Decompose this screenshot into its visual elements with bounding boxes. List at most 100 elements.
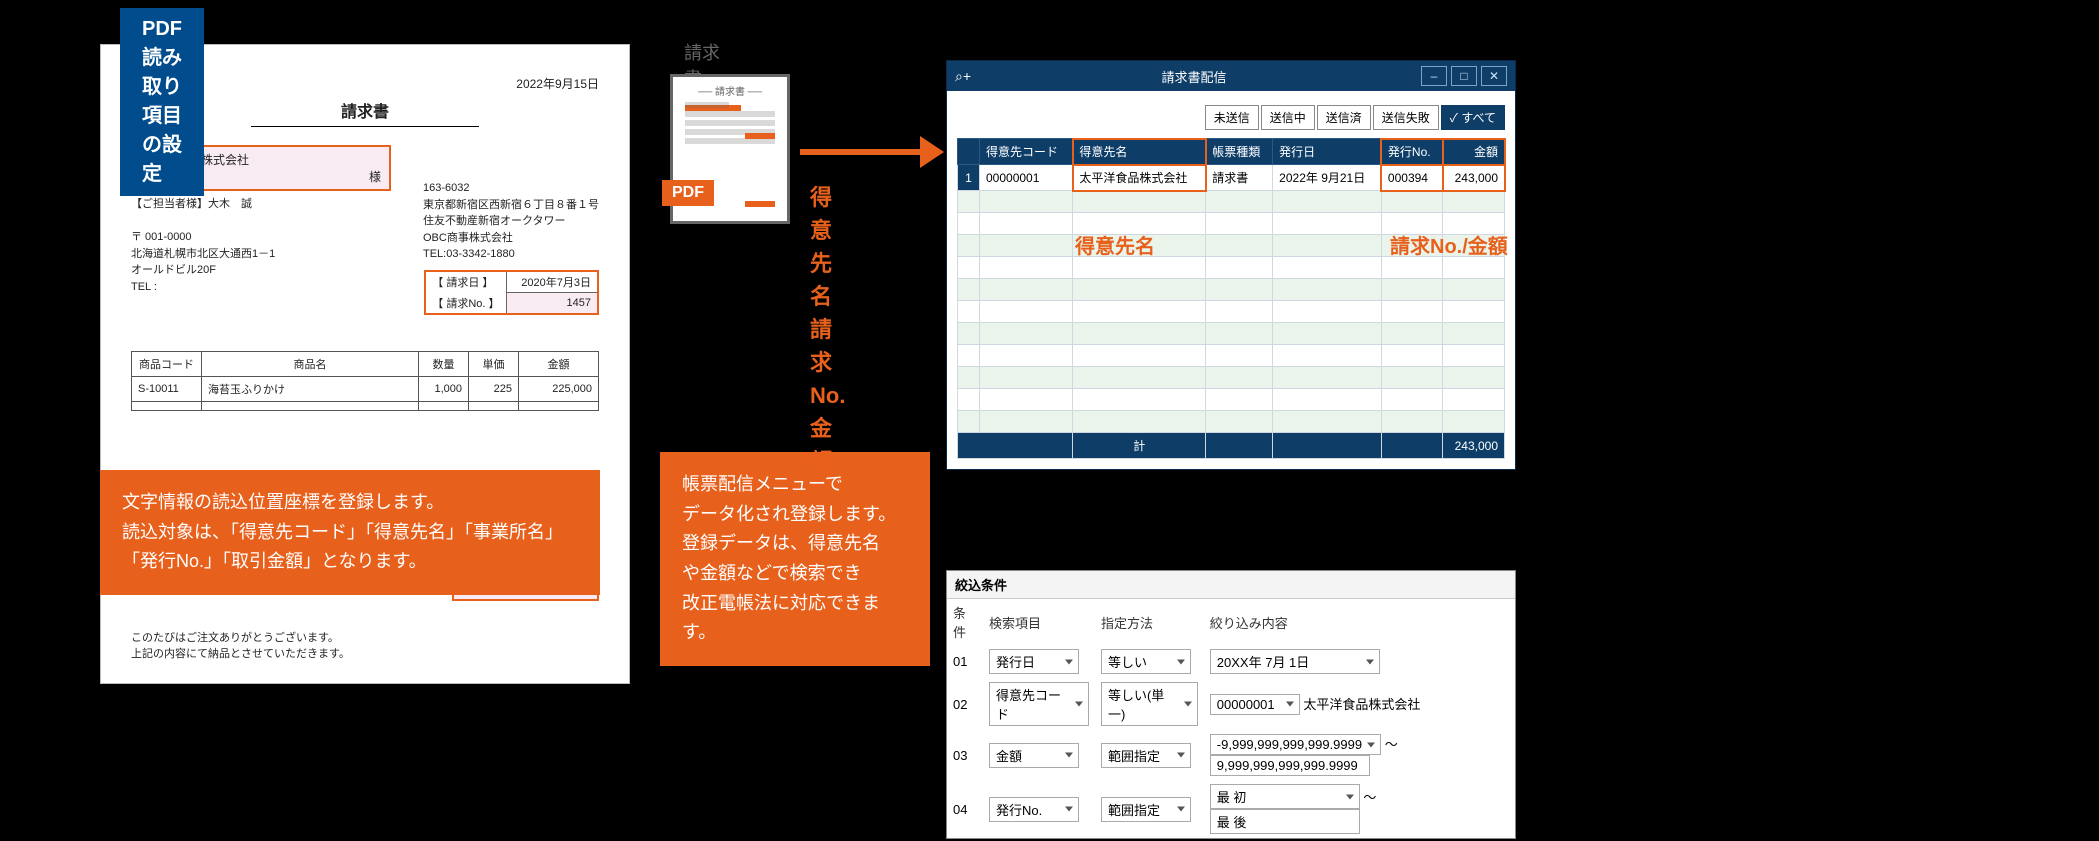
invoice-title: 請求書 bbox=[251, 98, 479, 127]
col-doc-type[interactable]: 帳票種類 bbox=[1206, 139, 1273, 165]
extracted-fields-label: 得意先名 請求No. 金額 bbox=[810, 181, 845, 478]
meta-no-label: 【 請求No. 】 bbox=[425, 293, 506, 314]
f2-name: 太平洋食品株式会社 bbox=[1303, 697, 1420, 712]
tab-unsent[interactable]: 未送信 bbox=[1205, 105, 1259, 130]
filter-row-4: 04 発行No. 範囲指定 最 初 ～ 最 後 bbox=[947, 780, 1515, 838]
f1-method-select[interactable]: 等しい bbox=[1101, 649, 1191, 674]
fcol-content: 絞り込み内容 bbox=[1204, 599, 1515, 645]
row-customer-name: 太平洋食品株式会社 bbox=[1073, 165, 1206, 191]
tab-failed[interactable]: 送信失敗 bbox=[1373, 105, 1439, 130]
sender-bldg: 住友不動産新宿オークタワー bbox=[423, 213, 599, 230]
extract-invoice-no: 請求No. bbox=[810, 313, 845, 412]
sender-addr: 東京都新宿区西新宿６丁目８番１号 bbox=[423, 197, 599, 214]
pdf-document-icon: ── 請求書 ── PDF bbox=[670, 74, 790, 224]
extract-amount: 金額 bbox=[810, 412, 845, 478]
filter-row-1: 01 発行日 等しい 20XX年 7月 1日 bbox=[947, 645, 1515, 678]
col-amt: 金額 bbox=[519, 352, 599, 377]
pdf-icon-header: ── 請求書 ── bbox=[673, 83, 787, 98]
f4-to[interactable]: 最 後 bbox=[1210, 809, 1360, 834]
tab-sending[interactable]: 送信中 bbox=[1261, 105, 1315, 130]
app-window: ⌕+ 請求書配信 – □ ✕ 未送信 送信中 送信済 送信失敗 すべて 得意先コ… bbox=[946, 60, 1516, 470]
line-amt: 225,000 bbox=[519, 377, 599, 402]
filter-panel: 絞込条件 条件 検索項目 指定方法 絞り込み内容 01 発行日 等しい 20XX… bbox=[946, 570, 1516, 839]
minimize-button[interactable]: – bbox=[1421, 66, 1447, 86]
f3-no: 03 bbox=[947, 730, 983, 780]
annot-customer-name: 得意先名 bbox=[1075, 230, 1155, 259]
fcol-item: 検索項目 bbox=[983, 599, 1095, 645]
f2-item-select[interactable]: 得意先コード bbox=[989, 682, 1089, 726]
col-issue-date[interactable]: 発行日 bbox=[1273, 139, 1382, 165]
f4-no: 04 bbox=[947, 780, 983, 838]
search-icon[interactable]: ⌕+ bbox=[955, 68, 971, 85]
sender-block: 163-6032 東京都新宿区西新宿６丁目８番１号 住友不動産新宿オークタワー … bbox=[423, 180, 599, 263]
f4-sep: ～ bbox=[1363, 790, 1376, 805]
col-name: 商品名 bbox=[202, 352, 419, 377]
meta-date-label: 【 請求日 】 bbox=[425, 271, 506, 293]
row-amount: 243,000 bbox=[1443, 165, 1505, 191]
f4-method-select[interactable]: 範囲指定 bbox=[1101, 797, 1191, 822]
settings-tag: PDF読み取り項目の設定 bbox=[120, 8, 204, 196]
f3-method-select[interactable]: 範囲指定 bbox=[1101, 743, 1191, 768]
note-coordinate-registration: 文字情報の読込位置座標を登録します。 読込対象は、「得意先コード」「得意先名」「… bbox=[100, 470, 600, 595]
footer-line2: 上記の内容にて納品とさせていただきます。 bbox=[131, 645, 599, 661]
app-titlebar: ⌕+ 請求書配信 – □ ✕ bbox=[947, 61, 1515, 91]
f3-sep: ～ bbox=[1385, 737, 1398, 752]
f2-code[interactable]: 00000001 bbox=[1210, 694, 1300, 715]
close-button[interactable]: ✕ bbox=[1481, 66, 1507, 86]
f4-item-select[interactable]: 発行No. bbox=[989, 797, 1079, 822]
f4-from[interactable]: 最 初 bbox=[1210, 784, 1360, 809]
sum-label: 計 bbox=[1073, 433, 1206, 459]
row-doc-type: 請求書 bbox=[1206, 165, 1273, 191]
pdf-badge: PDF bbox=[662, 180, 714, 206]
f2-method-select[interactable]: 等しい(単一) bbox=[1101, 682, 1198, 726]
f3-from[interactable]: -9,999,999,999,999.9999 bbox=[1210, 734, 1381, 755]
honorific: 様 bbox=[369, 168, 381, 185]
line-unit: 225 bbox=[469, 377, 519, 402]
row-issue-date: 2022年 9月21日 bbox=[1273, 165, 1382, 191]
col-issue-no[interactable]: 発行No. bbox=[1381, 139, 1442, 165]
line-name: 海苔玉ふりかけ bbox=[202, 377, 419, 402]
invoice-meta-highlight: 【 請求日 】 2020年7月3日 【 請求No. 】 1457 bbox=[424, 270, 599, 315]
sum-amount: 243,000 bbox=[1443, 433, 1505, 459]
f3-to[interactable]: 9,999,999,999,999.9999 bbox=[1210, 755, 1370, 776]
tab-sent[interactable]: 送信済 bbox=[1317, 105, 1371, 130]
status-filter-tabs: 未送信 送信中 送信済 送信失敗 すべて bbox=[957, 105, 1505, 130]
f1-item-select[interactable]: 発行日 bbox=[989, 649, 1079, 674]
note-distribution-menu: 帳票配信メニューで データ化され登録します。 登録データは、得意先名 や金額など… bbox=[660, 452, 930, 666]
row-index: 1 bbox=[958, 165, 980, 191]
col-index bbox=[958, 139, 980, 165]
invoice-lines: 商品コード 商品名 数量 単価 金額 S-10011 海苔玉ふりかけ 1,000… bbox=[131, 351, 599, 411]
line-code: S-10011 bbox=[132, 377, 202, 402]
meta-no-value: 1457 bbox=[506, 293, 598, 314]
col-customer-name[interactable]: 得意先名 bbox=[1073, 139, 1206, 165]
grid-row[interactable]: 1 00000001 太平洋食品株式会社 請求書 2022年 9月21日 000… bbox=[958, 165, 1505, 191]
fcol-cond: 条件 bbox=[947, 599, 983, 645]
fcol-method: 指定方法 bbox=[1095, 599, 1204, 645]
col-amount[interactable]: 金額 bbox=[1443, 139, 1505, 165]
col-unit: 単価 bbox=[469, 352, 519, 377]
filter-row-3: 03 金額 範囲指定 -9,999,999,999,999.9999 ～ 9,9… bbox=[947, 730, 1515, 780]
col-code: 商品コード bbox=[132, 352, 202, 377]
f1-no: 01 bbox=[947, 645, 983, 678]
row-issue-no: 000394 bbox=[1381, 165, 1442, 191]
extract-customer: 得意先名 bbox=[810, 181, 845, 313]
footer-line1: このたびはご注文ありがとうございます。 bbox=[131, 629, 599, 645]
meta-date-value: 2020年7月3日 bbox=[506, 271, 598, 293]
filter-header: 絞込条件 bbox=[947, 571, 1515, 599]
row-code: 00000001 bbox=[980, 165, 1073, 191]
tab-all[interactable]: すべて bbox=[1441, 105, 1505, 130]
f3-item-select[interactable]: 金額 bbox=[989, 743, 1079, 768]
col-customer-code[interactable]: 得意先コード bbox=[980, 139, 1073, 165]
col-qty: 数量 bbox=[419, 352, 469, 377]
filter-row-2: 02 得意先コード 等しい(単一) 00000001 太平洋食品株式会社 bbox=[947, 678, 1515, 730]
arrow-icon bbox=[800, 136, 944, 168]
annot-no-amount: 請求No./金額 bbox=[1390, 230, 1508, 259]
grid-sum-row: 計 243,000 bbox=[958, 433, 1505, 459]
f1-value[interactable]: 20XX年 7月 1日 bbox=[1210, 649, 1380, 674]
maximize-button[interactable]: □ bbox=[1451, 66, 1477, 86]
app-title: 請求書配信 bbox=[1162, 67, 1227, 86]
invoice-grid: 得意先コード 得意先名 帳票種類 発行日 発行No. 金額 1 00000001… bbox=[957, 138, 1505, 459]
sender-tel: TEL:03-3342-1880 bbox=[423, 246, 599, 263]
line-qty: 1,000 bbox=[419, 377, 469, 402]
sender-zip: 163-6032 bbox=[423, 180, 599, 197]
